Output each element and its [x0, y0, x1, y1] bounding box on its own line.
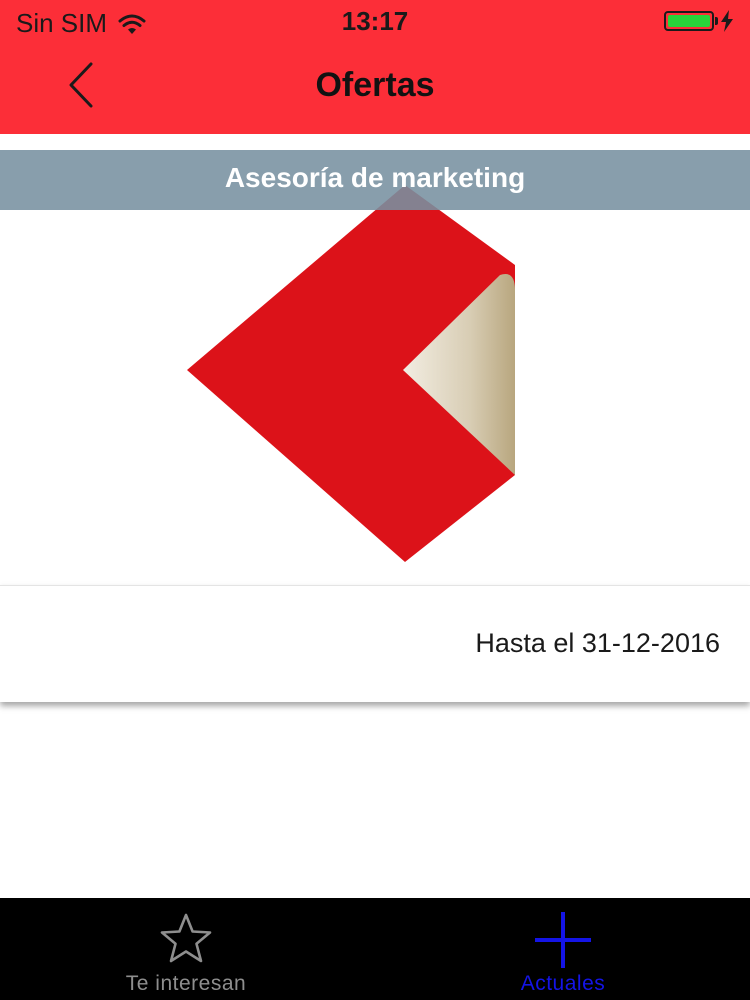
- offer-title-bar: Asesoría de marketing: [0, 150, 750, 210]
- header: Sin SIM 13:17 Ofertas: [0, 0, 750, 134]
- tab-te-interesan[interactable]: Te interesan: [0, 898, 375, 1000]
- offer-title: Asesoría de marketing: [224, 162, 526, 193]
- status-bar: Sin SIM 13:17: [0, 0, 750, 44]
- star-icon: [160, 913, 212, 963]
- screen: Sin SIM 13:17 Ofertas Asesoría de market…: [0, 0, 750, 1000]
- offer-expiry-date: Hasta el 31-12-2016: [475, 628, 720, 658]
- offer-footer: Hasta el 31-12-2016: [0, 585, 750, 702]
- clock: 13:17: [341, 6, 409, 36]
- page-title: Ofertas: [315, 66, 435, 104]
- nav-bar: Ofertas: [0, 44, 750, 134]
- bolt-icon: [721, 10, 733, 32]
- battery-fill: [668, 15, 710, 27]
- plus-icon: [535, 912, 591, 968]
- tab-bar: Te interesan Actuales: [0, 898, 750, 1000]
- battery-icon: [664, 11, 718, 31]
- battery-status: [664, 10, 734, 32]
- tab-label-actuales: Actuales: [520, 972, 606, 995]
- tab-actuales[interactable]: Actuales: [375, 898, 750, 1000]
- folded-heart-logo: [187, 185, 515, 562]
- tab-label-te-interesan: Te interesan: [125, 972, 247, 995]
